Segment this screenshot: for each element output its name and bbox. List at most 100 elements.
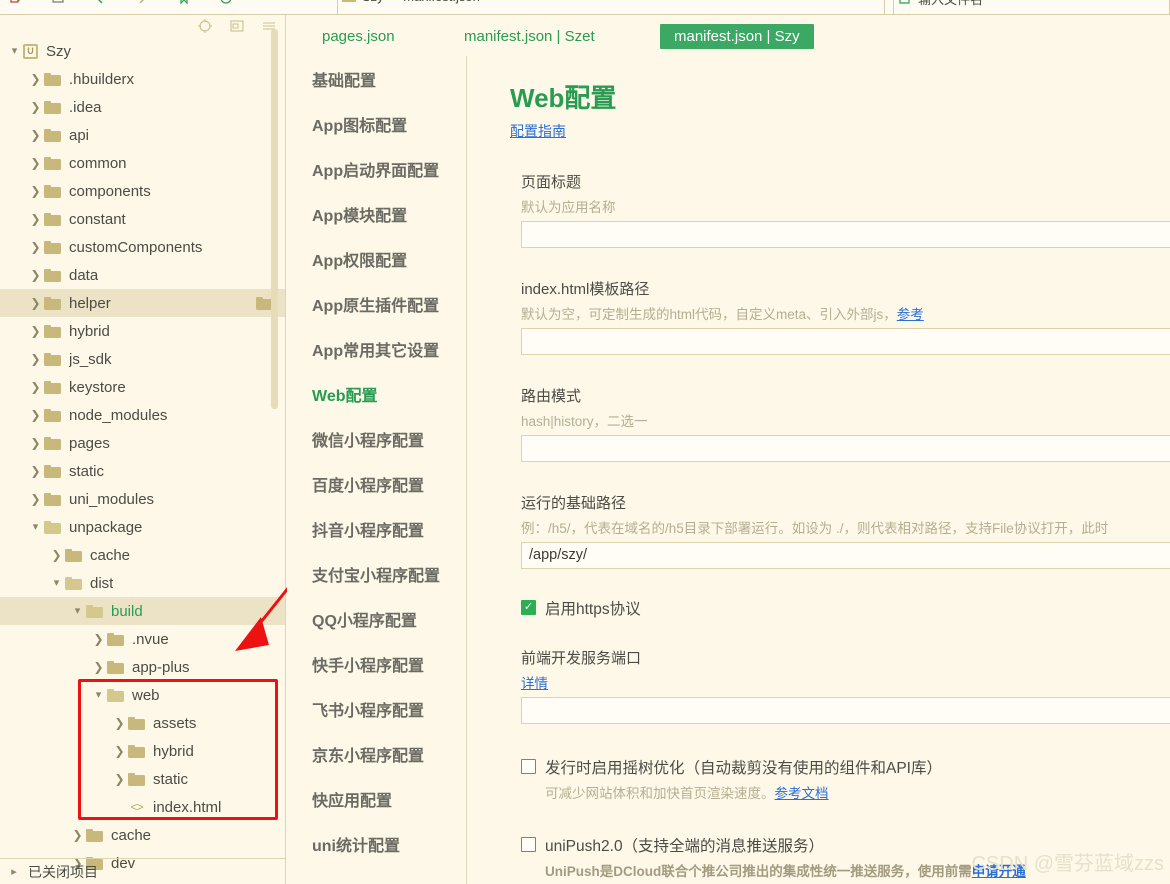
tree-row-static[interactable]: ❯static <box>0 457 285 485</box>
chevron-right-icon[interactable]: ❯ <box>27 409 44 421</box>
router-mode-input[interactable] <box>521 435 1170 462</box>
nav-item-11[interactable]: 支付宝小程序配置 <box>287 551 466 596</box>
tree-row-app-plus[interactable]: ❯app-plus <box>0 653 285 681</box>
chevron-down-icon[interactable]: ▾ <box>48 578 65 589</box>
tree-row--idea[interactable]: ❯.idea <box>0 93 285 121</box>
collapse-panel-icon[interactable] <box>229 19 244 34</box>
nav-item-0[interactable]: 基础配置 <box>287 56 466 101</box>
chevron-right-icon[interactable]: ❯ <box>27 157 44 169</box>
nav-item-1[interactable]: App图标配置 <box>287 101 466 146</box>
tree-row--hbuilderx[interactable]: ❯.hbuilderx <box>0 65 285 93</box>
tree-row-node-modules[interactable]: ❯node_modules <box>0 401 285 429</box>
chevron-right-icon[interactable]: ❯ <box>111 717 128 729</box>
chevron-down-icon[interactable]: ▾ <box>90 690 107 701</box>
chevron-right-icon[interactable]: ❯ <box>27 241 44 253</box>
nav-item-5[interactable]: App原生插件配置 <box>287 281 466 326</box>
tree-row-szy[interactable]: ▾USzy <box>0 37 285 65</box>
nav-item-10[interactable]: 抖音小程序配置 <box>287 506 466 551</box>
chevron-right-icon[interactable]: ❯ <box>27 381 44 393</box>
save-icon[interactable] <box>50 0 66 7</box>
chevron-right-icon[interactable]: ❯ <box>27 437 44 449</box>
project-breadcrumb[interactable]: Szy > manifest.json <box>342 0 480 4</box>
tree-row-constant[interactable]: ❯constant <box>0 205 285 233</box>
tree-row-api[interactable]: ❯api <box>0 121 285 149</box>
chevron-right-icon[interactable]: ❯ <box>27 101 44 113</box>
nav-item-14[interactable]: 飞书小程序配置 <box>287 686 466 731</box>
tree-row-data[interactable]: ❯data <box>0 261 285 289</box>
tab-manifest-szet[interactable]: manifest.json | Szet <box>454 24 605 49</box>
new-file-icon[interactable] <box>8 0 24 7</box>
config-guide-link[interactable]: 配置指南 <box>510 121 566 141</box>
chevron-right-icon[interactable]: ❯ <box>111 745 128 757</box>
chevron-right-icon[interactable]: ❯ <box>27 325 44 337</box>
chevron-right-icon[interactable]: ❯ <box>111 773 128 785</box>
tree-row-assets[interactable]: ❯assets <box>0 709 285 737</box>
dev-server-port-input[interactable] <box>521 697 1170 724</box>
chevron-right-icon[interactable]: ❯ <box>69 829 86 841</box>
chevron-right-icon[interactable]: ❯ <box>27 185 44 197</box>
treeshaking-checkbox-row[interactable]: 发行时启用摇树优化（自动裁剪没有使用的组件和API库） <box>510 756 1170 778</box>
nav-item-15[interactable]: 京东小程序配置 <box>287 731 466 776</box>
nav-item-12[interactable]: QQ小程序配置 <box>287 596 466 641</box>
https-checkbox-row[interactable]: ✓ 启用https协议 <box>510 597 1170 619</box>
filename-field[interactable]: 输入文件名 <box>898 0 983 8</box>
chevron-right-icon[interactable]: ❯ <box>27 269 44 281</box>
chevron-right-icon[interactable]: ❯ <box>27 129 44 141</box>
tree-row-static[interactable]: ❯static <box>0 765 285 793</box>
back-icon[interactable] <box>92 0 108 7</box>
page-title-input[interactable] <box>521 221 1170 248</box>
chevron-down-icon[interactable]: ▾ <box>69 606 86 617</box>
chevron-right-icon[interactable]: ❯ <box>48 549 65 561</box>
tree-row-hybrid[interactable]: ❯hybrid <box>0 737 285 765</box>
tree-row-index-html[interactable]: <>index.html <box>0 793 285 821</box>
nav-item-9[interactable]: 百度小程序配置 <box>287 461 466 506</box>
tree-row-hybrid[interactable]: ❯hybrid <box>0 317 285 345</box>
locate-target-icon[interactable] <box>197 19 212 34</box>
nav-item-13[interactable]: 快手小程序配置 <box>287 641 466 686</box>
tree-scrollbar[interactable] <box>271 29 278 409</box>
field-hint-link[interactable]: 参考 <box>897 307 924 322</box>
chevron-down-icon[interactable]: ▾ <box>27 522 44 533</box>
file-tree[interactable]: ▾USzy❯.hbuilderx❯.idea❯api❯common❯compon… <box>0 37 285 877</box>
index-template-input[interactable] <box>521 328 1170 355</box>
tree-row--nvue[interactable]: ❯.nvue <box>0 625 285 653</box>
checkmark-icon[interactable]: ✓ <box>521 600 536 615</box>
chevron-right-icon[interactable]: ❯ <box>27 465 44 477</box>
tab-manifest-szy[interactable]: manifest.json | Szy <box>660 24 814 49</box>
unipush-apply-link[interactable]: 申请开通 <box>972 864 1026 879</box>
nav-item-7[interactable]: Web配置 <box>287 371 466 416</box>
nav-item-4[interactable]: App权限配置 <box>287 236 466 281</box>
nav-item-17[interactable]: uni统计配置 <box>287 821 466 866</box>
chevron-right-icon[interactable]: ❯ <box>90 661 107 673</box>
manifest-section-nav[interactable]: 基础配置App图标配置App启动界面配置App模块配置App权限配置App原生插… <box>287 56 467 884</box>
nav-item-16[interactable]: 快应用配置 <box>287 776 466 821</box>
tree-row-uni-modules[interactable]: ❯uni_modules <box>0 485 285 513</box>
chevron-right-icon[interactable]: ❯ <box>90 633 107 645</box>
tree-row-customcomponents[interactable]: ❯customComponents <box>0 233 285 261</box>
tree-row-web[interactable]: ▾web <box>0 681 285 709</box>
chevron-right-icon[interactable]: ❯ <box>27 493 44 505</box>
treeshaking-doc-link[interactable]: 参考文档 <box>775 786 829 801</box>
chevron-right-icon[interactable]: ❯ <box>27 353 44 365</box>
nav-item-8[interactable]: 微信小程序配置 <box>287 416 466 461</box>
base-path-input[interactable]: /app/szy/ <box>521 542 1170 569</box>
tree-row-components[interactable]: ❯components <box>0 177 285 205</box>
nav-item-2[interactable]: App启动界面配置 <box>287 146 466 191</box>
refresh-icon[interactable] <box>218 0 234 7</box>
tree-row-js-sdk[interactable]: ❯js_sdk <box>0 345 285 373</box>
forward-icon[interactable] <box>134 0 150 7</box>
nav-item-6[interactable]: App常用其它设置 <box>287 326 466 371</box>
tree-row-cache[interactable]: ❯cache <box>0 821 285 849</box>
unipush-checkbox-row[interactable]: uniPush2.0（支持全端的消息推送服务） <box>510 834 1170 856</box>
bookmark-icon[interactable] <box>176 0 192 7</box>
chevron-right-icon[interactable]: ❯ <box>27 73 44 85</box>
chevron-right-icon[interactable]: ❯ <box>27 297 44 309</box>
tab-pages-json[interactable]: pages.json <box>312 24 405 49</box>
tree-row-unpackage[interactable]: ▾unpackage <box>0 513 285 541</box>
checkbox-icon[interactable] <box>521 837 536 852</box>
tree-row-cache[interactable]: ❯cache <box>0 541 285 569</box>
tree-row-pages[interactable]: ❯pages <box>0 429 285 457</box>
tree-row-dist[interactable]: ▾dist <box>0 569 285 597</box>
checkbox-icon[interactable] <box>521 759 536 774</box>
port-detail-link[interactable]: 详情 <box>521 676 548 691</box>
